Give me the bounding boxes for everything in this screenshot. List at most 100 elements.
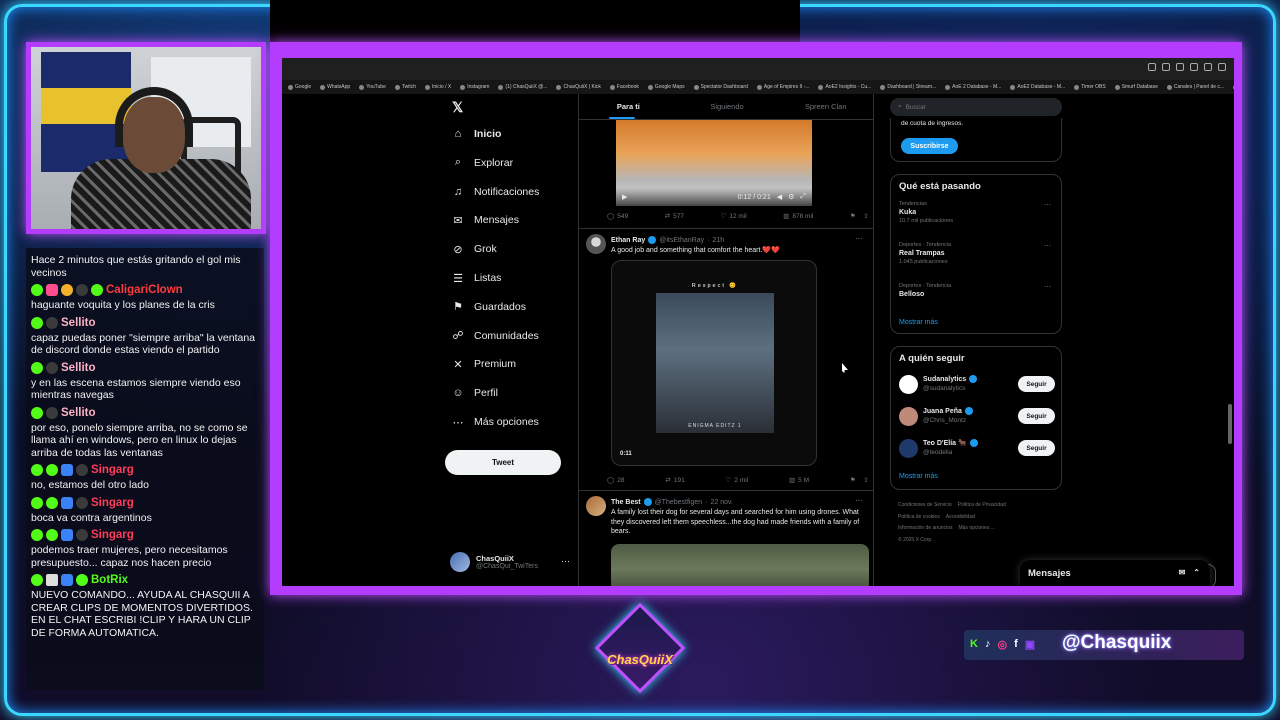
bookmark-item[interactable]: Twitch xyxy=(395,84,416,90)
tweet-time[interactable]: 21h xyxy=(712,237,724,244)
bookmark-item[interactable]: Instagram xyxy=(460,84,489,90)
footer-link[interactable]: © 2025 X Corp. xyxy=(898,537,933,543)
follow-name[interactable]: Juana Peña xyxy=(923,407,973,415)
nav-item-listas[interactable]: ☰ Listas xyxy=(452,272,501,285)
bookmark-item[interactable]: PayPal: Resumen xyxy=(1233,84,1234,90)
follow-name[interactable]: Sudanalytics xyxy=(923,375,978,383)
bookmark-item[interactable]: Timer OBS xyxy=(1074,84,1106,90)
chat-username[interactable]: Sellito xyxy=(61,362,96,374)
search-input[interactable]: ⌕ Buscar xyxy=(890,98,1062,116)
avatar[interactable] xyxy=(899,439,918,458)
bookmark-item[interactable]: (1) ChasQuiiX @... xyxy=(498,84,547,90)
bookmark-item[interactable]: AoE 2 Database - M... xyxy=(945,84,1001,90)
trend-item[interactable]: Deportes · Tendencia Real Trampas 1.045 pu… xyxy=(899,242,1055,265)
maximize-icon[interactable] xyxy=(1204,63,1212,71)
x-logo-icon[interactable]: 𝕏 xyxy=(452,99,463,116)
chevron-up-icon[interactable]: ⌃ xyxy=(1193,568,1200,577)
extension-icon[interactable] xyxy=(1162,63,1170,71)
repost-button[interactable]: ⇄ 577 xyxy=(665,212,684,221)
like-button[interactable]: ♡ 12 mil xyxy=(721,212,747,221)
more-icon[interactable]: ⋯ xyxy=(855,496,863,505)
avatar[interactable] xyxy=(899,407,918,426)
volume-icon[interactable]: ◀ xyxy=(777,193,782,201)
bookmark-item[interactable]: Google xyxy=(288,84,311,90)
nav-item-perfil[interactable]: ☺ Perfil xyxy=(452,387,498,399)
bookmark-item[interactable]: Facebook xyxy=(610,84,639,90)
nav-item-grok[interactable]: ⊘ Grok xyxy=(452,243,496,256)
footer-link[interactable]: Condiciones de Servicio xyxy=(898,502,952,508)
trend-item[interactable]: Tendencias Kuka 10,7 mil publicaciones ⋯ xyxy=(899,201,1055,224)
follow-button[interactable]: Seguir xyxy=(1018,408,1055,424)
bookmark-item[interactable]: WhatsApp xyxy=(320,84,350,90)
footer-link[interactable]: Información de anuncios xyxy=(898,525,952,531)
close-icon[interactable] xyxy=(1218,63,1226,71)
settings-icon[interactable]: ⚙ xyxy=(788,193,794,201)
chat-username[interactable]: Sellito xyxy=(61,317,96,329)
repost-button[interactable]: ⇄ 191 xyxy=(665,476,684,485)
more-icon[interactable]: ⋯ xyxy=(1044,242,1051,250)
reply-button[interactable]: ◯ 549 xyxy=(607,212,628,221)
nav-item-premium[interactable]: ✕ Premium xyxy=(452,358,516,371)
chat-username[interactable]: Singarg xyxy=(91,529,134,541)
bookmark-item[interactable]: ChasQuiiX | Kick xyxy=(556,84,600,90)
tab-siguiendo[interactable]: Siguiendo xyxy=(678,94,777,119)
bookmark-icon[interactable]: ⚑ xyxy=(850,476,856,484)
extension-icon[interactable] xyxy=(1176,63,1184,71)
bookmark-item[interactable]: Canales | Panel de c... xyxy=(1167,84,1224,90)
tweet-author-name[interactable]: Ethan Ray xyxy=(611,237,645,244)
messages-drawer[interactable]: Mensajes ✉ ⌃ xyxy=(1020,560,1210,586)
trend-item[interactable]: Deportes · Tendencia Belloso ⋯ xyxy=(899,283,1055,298)
nav-item-explorar[interactable]: ⌕ Explorar xyxy=(452,156,513,169)
bookmark-item[interactable]: AoE2 Insights - Cu... xyxy=(818,84,871,90)
extension-icon[interactable] xyxy=(1148,63,1156,71)
more-icon[interactable]: ⋯ xyxy=(1044,283,1051,291)
bookmark-item[interactable]: Smurf Database xyxy=(1115,84,1158,90)
avatar[interactable] xyxy=(899,375,918,394)
play-icon[interactable]: ▶ xyxy=(622,193,627,201)
chat-username[interactable]: CaligariClown xyxy=(106,284,183,296)
footer-link[interactable]: Política de cookies xyxy=(898,514,940,520)
new-message-icon[interactable]: ✉ xyxy=(1179,568,1186,577)
views-button[interactable]: ▥ 878 mil xyxy=(783,212,813,221)
bookmark-item[interactable]: Inicio / X xyxy=(425,84,451,90)
tweet-video[interactable] xyxy=(611,544,869,586)
more-icon[interactable]: ⋯ xyxy=(561,556,570,567)
account-switcher[interactable]: ChasQuiiX @ChasQui_TwiTers ⋯ xyxy=(450,552,570,572)
share-icon[interactable]: ⇪ xyxy=(864,212,869,220)
views-button[interactable]: ▥ 5 M xyxy=(789,476,809,485)
chat-username[interactable]: Singarg xyxy=(91,497,134,509)
nav-item-mensajes[interactable]: ✉ Mensajes xyxy=(452,214,519,227)
more-icon[interactable]: ⋯ xyxy=(855,234,863,243)
video-player[interactable]: ▶ 0:12 / 0:21 ◀ ⚙ ⤢ xyxy=(616,120,812,206)
share-icon[interactable]: ⇪ xyxy=(864,476,869,484)
footer-link[interactable]: Más opciones ... xyxy=(958,525,994,531)
like-button[interactable]: ♡ 2 mil xyxy=(726,476,749,485)
tweet-author-name[interactable]: The Best xyxy=(611,499,641,506)
nav-item-comunidades[interactable]: ☍ Comunidades xyxy=(452,330,538,343)
bookmark-item[interactable]: YouTube xyxy=(359,84,386,90)
bookmark-item[interactable]: Google Maps xyxy=(648,84,685,90)
avatar[interactable] xyxy=(586,496,606,516)
chat-username[interactable]: BotRix xyxy=(91,574,128,586)
follow-button[interactable]: Seguir xyxy=(1018,440,1055,456)
scrollbar-thumb[interactable] xyxy=(1228,404,1232,444)
follow-button[interactable]: Seguir xyxy=(1018,376,1055,392)
nav-item-inicio[interactable]: ⌂ Inicio xyxy=(452,128,502,140)
bookmark-item[interactable]: Dashboard | Stream... xyxy=(880,84,936,90)
bookmark-icon[interactable]: ⚑ xyxy=(850,212,856,220)
tab-spreen-clan[interactable]: Spreen Clan xyxy=(776,94,873,119)
tweet-author-handle[interactable]: @Thebestfigen xyxy=(655,499,703,506)
bookmark-item[interactable]: Spectator Dashboard xyxy=(694,84,748,90)
follow-name[interactable]: Teo D'Elía 🐂 xyxy=(923,439,978,447)
show-more-link[interactable]: Mostrar más xyxy=(899,473,938,480)
scrollbar[interactable] xyxy=(1228,134,1232,586)
show-more-link[interactable]: Mostrar más xyxy=(899,319,938,326)
nav-item-notificaciones[interactable]: ♫ Notificaciones xyxy=(452,186,540,198)
footer-link[interactable]: Política de Privacidad xyxy=(958,502,1006,508)
bookmark-item[interactable]: AoE2 Database - M... xyxy=(1010,84,1065,90)
minimize-icon[interactable] xyxy=(1190,63,1198,71)
subscribe-button[interactable]: Suscribirse xyxy=(901,138,958,154)
tweet-video[interactable]: Respect 😊 ENIGMA EDITZ 1 0:11 xyxy=(611,260,817,466)
nav-item-más-opciones[interactable]: ⋯ Más opciones xyxy=(452,416,539,429)
more-icon[interactable]: ⋯ xyxy=(1044,201,1051,209)
